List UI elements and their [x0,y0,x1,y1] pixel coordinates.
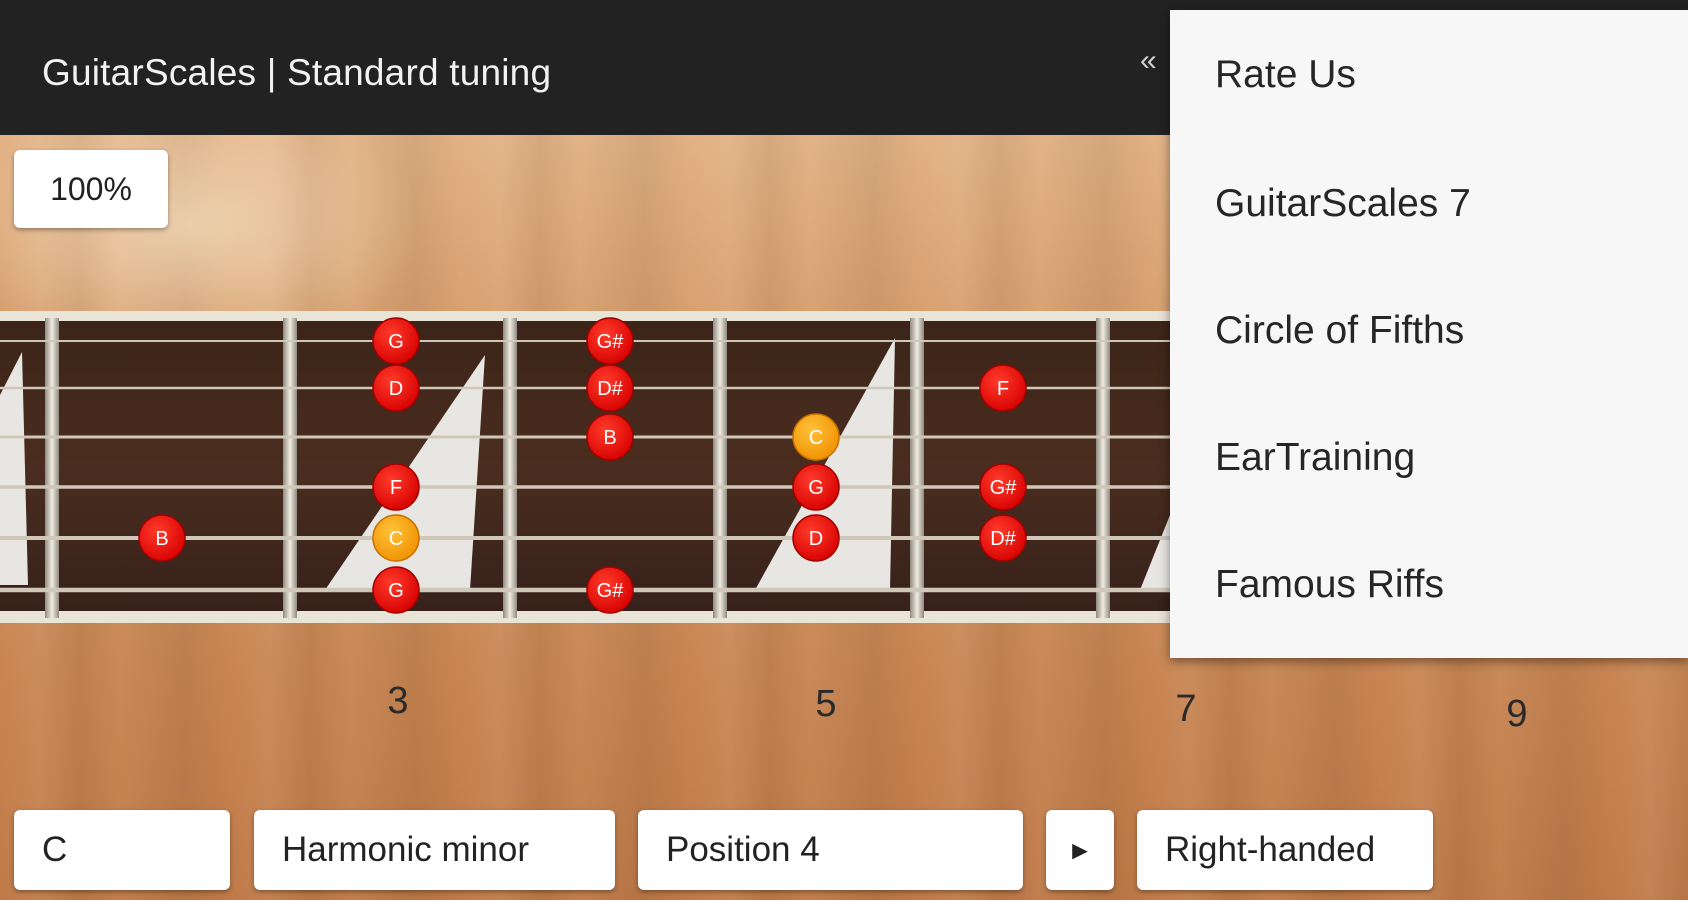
scale-select[interactable]: Harmonic minor [254,810,615,890]
note-label: D# [597,378,623,400]
root-note-marker: C [792,413,840,461]
note-label: B [155,528,168,550]
note-marker: F [372,463,420,511]
fret-wire [503,318,517,618]
fret-number-9: 9 [1506,693,1528,735]
fret-number-7: 7 [1175,688,1197,730]
handedness-select[interactable]: Right-handed [1137,810,1433,890]
note-marker: F [979,364,1027,412]
note-label: G [388,580,404,602]
note-marker: D [372,364,420,412]
menu-item-rate-us[interactable]: Rate Us [1170,10,1688,140]
menu-item-famous-riffs[interactable]: Famous Riffs [1170,521,1688,648]
note-marker: B [138,514,186,562]
note-marker: D# [586,364,634,412]
note-marker: G [372,566,420,614]
app-title: GuitarScales | Standard tuning [42,52,552,93]
menu-item-guitarscales-7[interactable]: GuitarScales 7 [1170,140,1688,267]
note-label: F [390,477,402,499]
note-label: F [997,378,1009,400]
note-label: B [603,427,616,449]
menu-item-eartraining[interactable]: EarTraining [1170,394,1688,521]
note-label: G# [597,580,625,602]
key-select[interactable]: C [14,810,230,890]
menu-item-circle-of-fifths[interactable]: Circle of Fifths [1170,267,1688,394]
fret-number-5: 5 [815,683,837,725]
fret-wire [45,318,59,618]
note-marker: D# [979,514,1027,562]
note-marker: G [372,317,420,365]
fret-number-3: 3 [387,680,409,722]
zoom-button[interactable]: 100% [14,150,168,228]
overflow-menu-icon[interactable]: « [1140,44,1157,78]
note-label: G [388,331,404,353]
note-marker: G# [979,463,1027,511]
note-label: G# [597,331,625,353]
note-label: D [809,528,823,550]
root-note-marker: C [372,514,420,562]
play-button[interactable]: ► [1046,810,1114,890]
note-label: C [389,528,403,550]
note-label: G# [990,477,1018,499]
position-select[interactable]: Position 4 [638,810,1023,890]
note-label: G [808,477,824,499]
fret-wire [910,318,924,618]
fret-wire [713,318,727,618]
overflow-menu: Rate Us GuitarScales 7 Circle of Fifths … [1170,10,1688,658]
note-marker: D [792,514,840,562]
note-marker: G# [586,566,634,614]
note-label: C [809,427,823,449]
note-marker: G [792,463,840,511]
fret-wire [283,318,297,618]
fret-wire [1096,318,1110,618]
note-marker: B [586,413,634,461]
note-label: D# [990,528,1016,550]
note-marker: G# [586,317,634,365]
note-label: D [389,378,403,400]
